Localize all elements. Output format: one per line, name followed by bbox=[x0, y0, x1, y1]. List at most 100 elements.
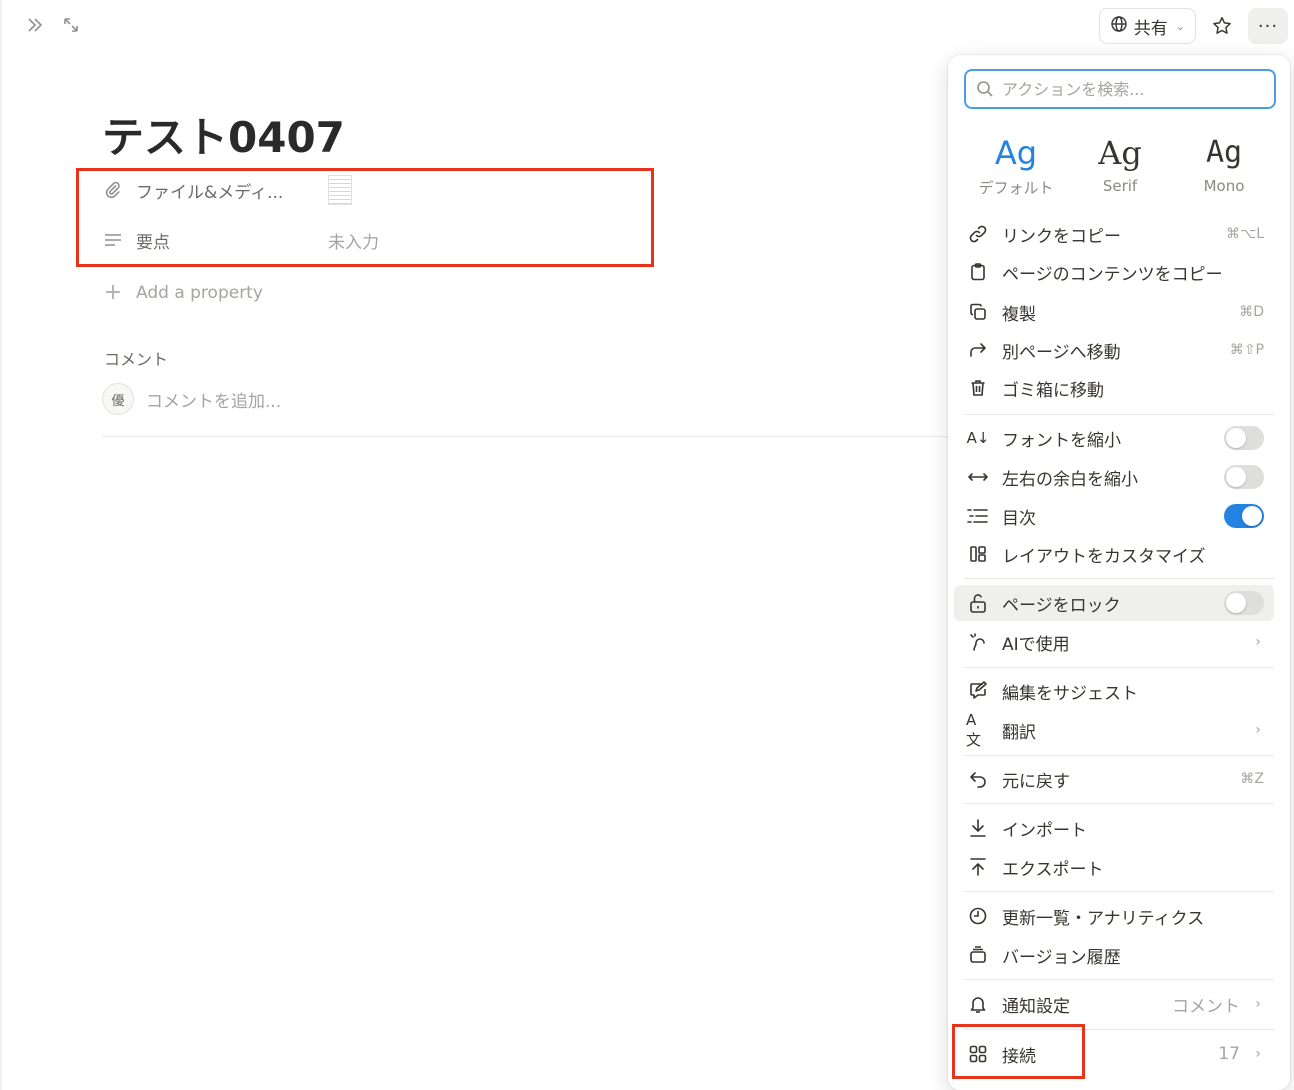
menu-item-move-to-trash[interactable]: ゴミ箱に移動 bbox=[954, 370, 1274, 406]
font-option-mono[interactable]: Ag Mono bbox=[1178, 131, 1270, 198]
chevron-right-icon: › bbox=[1255, 996, 1261, 1012]
table-of-contents-toggle[interactable] bbox=[1224, 504, 1264, 528]
menu-divider bbox=[964, 891, 1274, 892]
unlock-icon bbox=[966, 591, 990, 615]
menu-item-table-of-contents[interactable]: 目次 bbox=[954, 498, 1274, 534]
search-input[interactable] bbox=[1002, 79, 1262, 99]
action-search[interactable] bbox=[964, 69, 1276, 109]
globe-icon bbox=[1110, 15, 1128, 38]
page-title[interactable]: テスト0407 bbox=[102, 104, 345, 165]
double-chevron-right-icon[interactable] bbox=[24, 14, 46, 36]
expand-arrows-icon[interactable] bbox=[60, 14, 82, 36]
menu-item-updates-analytics[interactable]: 更新一覧・アナリティクス bbox=[954, 898, 1274, 934]
chevron-right-icon: › bbox=[1255, 722, 1261, 738]
chevron-right-icon: › bbox=[1255, 634, 1261, 650]
menu-item-notifications[interactable]: 通知設定 コメント › bbox=[954, 986, 1274, 1022]
menu-item-label: 目次 bbox=[1002, 508, 1036, 529]
menu-item-label: 複製 bbox=[1002, 304, 1036, 325]
menu-item-label: インポート bbox=[1002, 820, 1087, 841]
add-property-label: Add a property bbox=[136, 282, 263, 303]
menu-divider bbox=[964, 755, 1274, 756]
menu-item-label: エクスポート bbox=[1002, 859, 1104, 880]
menu-item-label: 通知設定 bbox=[1002, 996, 1070, 1017]
highlight-box-connections bbox=[952, 1024, 1085, 1079]
menu-item-copy-link[interactable]: リンクをコピー ⌘⌥L bbox=[954, 216, 1274, 252]
chevron-right-icon: › bbox=[1255, 1046, 1261, 1062]
menu-item-full-width[interactable]: 左右の余白を縮小 bbox=[954, 459, 1274, 495]
menu-item-label: 編集をサジェスト bbox=[1002, 683, 1138, 704]
menu-item-version-history[interactable]: バージョン履歴 bbox=[954, 937, 1274, 973]
star-icon[interactable] bbox=[1206, 10, 1238, 42]
menu-divider bbox=[964, 578, 1274, 579]
trash-icon bbox=[966, 376, 990, 400]
menu-item-value: コメント bbox=[1172, 996, 1240, 1017]
page-actions-menu: Ag デフォルト Ag Serif Ag Mono リンクをコピー ⌘⌥L ペー… bbox=[948, 55, 1290, 1090]
divider bbox=[102, 436, 962, 437]
menu-item-translate[interactable]: A文 翻訳 › bbox=[954, 710, 1274, 749]
shortcut: ⌘⇧P bbox=[1229, 342, 1264, 358]
share-label: 共有 bbox=[1133, 18, 1168, 39]
menu-item-label: ゴミ箱に移動 bbox=[1002, 380, 1104, 401]
lock-page-toggle[interactable] bbox=[1224, 591, 1264, 615]
menu-item-small-text[interactable]: A↓ フォントを縮小 bbox=[954, 420, 1274, 456]
font-label: Mono bbox=[1203, 177, 1245, 195]
menu-item-export[interactable]: エクスポート bbox=[954, 849, 1274, 885]
menu-item-label: ページのコンテンツをコピー bbox=[1002, 264, 1223, 285]
share-button[interactable]: 共有 ⌄ bbox=[1098, 8, 1196, 44]
comments-heading: コメント bbox=[104, 350, 169, 369]
horizontal-arrows-icon bbox=[966, 465, 990, 489]
font-sample: Ag bbox=[1098, 134, 1142, 172]
comment-input-row[interactable]: 優 コメントを追加... bbox=[102, 383, 281, 415]
menu-item-label: 元に戻す bbox=[1002, 771, 1070, 792]
suggest-edit-icon bbox=[966, 679, 990, 703]
font-label: デフォルト bbox=[978, 179, 1054, 197]
font-option-serif[interactable]: Ag Serif bbox=[1074, 131, 1166, 198]
left-edge bbox=[0, 0, 2, 1090]
move-arrow-icon bbox=[966, 338, 990, 362]
menu-item-copy-contents[interactable]: ページのコンテンツをコピー bbox=[954, 254, 1274, 290]
highlight-box-properties bbox=[76, 168, 654, 267]
ai-face-icon bbox=[966, 630, 990, 654]
menu-item-label: 更新一覧・アナリティクス bbox=[1002, 908, 1205, 929]
menu-item-use-with-ai[interactable]: AIで使用 › bbox=[954, 624, 1274, 660]
more-options-button[interactable]: ··· bbox=[1248, 8, 1288, 44]
menu-item-label: レイアウトをカスタマイズ bbox=[1002, 546, 1206, 567]
menu-item-label: ページをロック bbox=[1002, 595, 1121, 616]
menu-item-customize-layout[interactable]: レイアウトをカスタマイズ bbox=[954, 536, 1274, 572]
menu-item-label: 別ページへ移動 bbox=[1002, 342, 1121, 363]
menu-divider bbox=[964, 979, 1274, 980]
topbar-left bbox=[24, 14, 82, 36]
menu-item-undo[interactable]: 元に戻す ⌘Z bbox=[954, 761, 1274, 797]
bell-icon bbox=[966, 992, 990, 1016]
clock-icon bbox=[966, 904, 990, 928]
font-sample: Ag bbox=[994, 134, 1038, 172]
list-indent-icon bbox=[966, 504, 990, 528]
menu-item-import[interactable]: インポート bbox=[954, 810, 1274, 846]
shortcut: ⌘⌥L bbox=[1226, 226, 1264, 242]
menu-item-label: フォントを縮小 bbox=[1002, 430, 1121, 451]
menu-divider bbox=[964, 667, 1274, 668]
small-text-toggle[interactable] bbox=[1224, 426, 1264, 450]
translate-icon: A文 bbox=[966, 710, 982, 749]
full-width-toggle[interactable] bbox=[1224, 465, 1264, 489]
menu-item-label: AIで使用 bbox=[1002, 634, 1070, 655]
more-dots-icon: ··· bbox=[1257, 15, 1279, 37]
version-stack-icon bbox=[966, 943, 990, 967]
font-label: Serif bbox=[1102, 177, 1138, 195]
menu-item-value: 17 bbox=[1218, 1044, 1240, 1064]
plus-icon: + bbox=[103, 280, 123, 305]
shortcut: ⌘D bbox=[1239, 304, 1264, 320]
menu-item-duplicate[interactable]: 複製 ⌘D bbox=[954, 294, 1274, 330]
font-option-default[interactable]: Ag デフォルト bbox=[970, 131, 1062, 198]
topbar-right: 共有 ⌄ ··· bbox=[1098, 8, 1294, 44]
font-sample: Ag bbox=[1205, 135, 1243, 170]
add-property-button[interactable]: + Add a property bbox=[102, 280, 263, 305]
chevron-down-icon: ⌄ bbox=[1175, 19, 1185, 33]
comment-input[interactable]: コメントを追加... bbox=[146, 387, 281, 412]
menu-item-suggest-edits[interactable]: 編集をサジェスト bbox=[954, 673, 1274, 709]
menu-item-label: 左右の余白を縮小 bbox=[1002, 469, 1138, 490]
shortcut: ⌘Z bbox=[1240, 771, 1264, 787]
font-size-down-icon: A↓ bbox=[966, 429, 990, 447]
menu-item-move-to[interactable]: 別ページへ移動 ⌘⇧P bbox=[954, 332, 1274, 368]
menu-item-lock-page[interactable]: ページをロック bbox=[954, 585, 1274, 621]
